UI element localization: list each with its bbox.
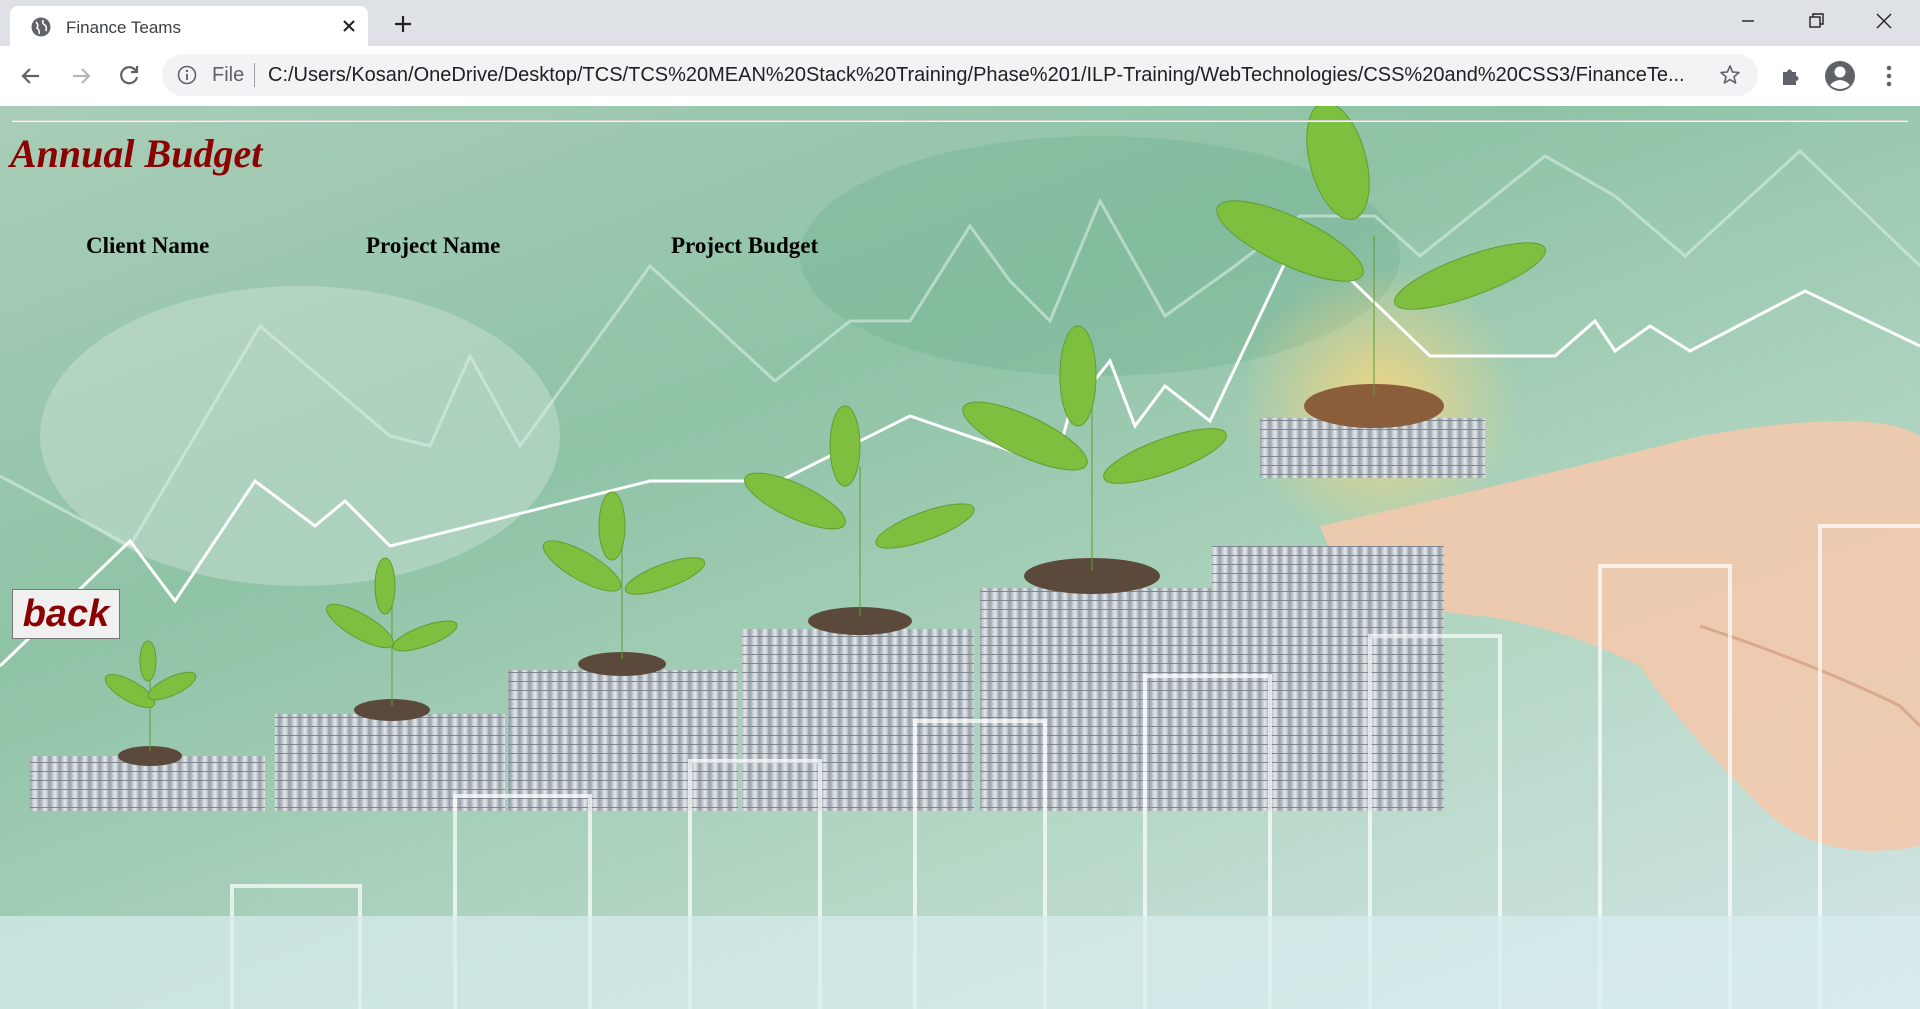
- reload-icon[interactable]: [116, 63, 142, 89]
- globe-icon: [31, 17, 51, 37]
- page-viewport: Annual Budget Client Name Project Name P…: [0, 106, 1920, 1009]
- background-growth-image: [0, 106, 1920, 1009]
- column-header-project-budget: Project Budget: [671, 233, 819, 258]
- url-text[interactable]: C:/Users/Kosan/OneDrive/Desktop/TCS/TCS%…: [268, 64, 1748, 87]
- browser-tab[interactable]: Finance Teams: [10, 6, 368, 46]
- close-icon[interactable]: [338, 15, 360, 37]
- column-header-project-name: Project Name: [366, 233, 501, 258]
- tab-title: Finance Teams: [66, 18, 181, 37]
- browser-toolbar: File C:/Users/Kosan/OneDrive/Desktop/TCS…: [0, 46, 1920, 106]
- column-header-client-name: Client Name: [86, 233, 210, 258]
- page-title: Annual Budget: [10, 131, 263, 176]
- scheme-label: File: [212, 64, 245, 86]
- window-close-icon[interactable]: [1870, 10, 1898, 32]
- profile-icon[interactable]: [1824, 60, 1856, 92]
- info-icon[interactable]: [176, 64, 198, 86]
- tab-strip: Finance Teams: [0, 0, 1920, 46]
- forward-arrow-icon[interactable]: [68, 63, 94, 89]
- omnibox-separator: [254, 63, 255, 87]
- menu-icon[interactable]: [1876, 63, 1902, 89]
- restore-icon[interactable]: [1802, 10, 1830, 32]
- plus-icon[interactable]: [392, 13, 414, 35]
- address-bar[interactable]: File C:/Users/Kosan/OneDrive/Desktop/TCS…: [162, 54, 1758, 96]
- extensions-icon[interactable]: [1778, 63, 1804, 89]
- back-arrow-icon[interactable]: [18, 63, 44, 89]
- top-horizontal-rule: [12, 120, 1908, 122]
- back-button[interactable]: back: [12, 589, 120, 639]
- star-icon[interactable]: [1718, 63, 1742, 87]
- minimize-icon[interactable]: [1734, 10, 1762, 32]
